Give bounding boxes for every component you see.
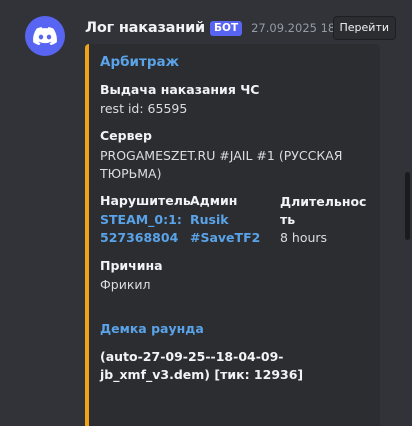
demo-value-line2: jb_xmf_v3.dem) [тик: 12936] (100, 366, 304, 382)
demo-value-line1: (auto-27-09-25--18-04-09- (100, 349, 284, 364)
offender-field-value: STEAM_0:1: 527368804 (100, 211, 182, 246)
bot-avatar[interactable] (25, 16, 65, 56)
admin-field-value: Rusik #SaveTF2 (190, 211, 260, 246)
duration-field-value: 8 hours (280, 230, 328, 245)
punishment-field-value: rest id: 65595 (100, 101, 188, 116)
embed-card: Арбитраж Выдача наказания ЧС rest id: 65… (85, 44, 380, 426)
offender-field-name: Нарушитель (100, 193, 191, 208)
duration-name-line2: ть (280, 211, 296, 227)
admin-name-line1[interactable]: Rusik (190, 212, 229, 227)
offender-steam-id-line2[interactable]: 527368804 (100, 230, 178, 245)
demo-field-value: (auto-27-09-25--18-04-09- jb_xmf_v3.dem)… (100, 348, 303, 383)
reason-field-value: Фрикил (100, 277, 151, 292)
server-field-name: Сервер (100, 128, 152, 143)
username[interactable]: Лог наказаний (85, 20, 205, 36)
duration-name-line1: Длительнос (280, 194, 367, 209)
admin-field-name: Админ (190, 193, 238, 208)
scrollbar-thumb[interactable] (405, 172, 410, 240)
reason-field-name: Причина (100, 258, 163, 273)
chat-message: Лог наказаний БОТ 27.09.2025 18:07 Перей… (0, 0, 412, 426)
discord-logo-icon (33, 27, 57, 45)
demo-field-name[interactable]: Демка раунда (100, 321, 204, 336)
jump-to-message-button[interactable]: Перейти (332, 16, 396, 40)
duration-field-name: Длительнос ть (280, 193, 366, 228)
server-field-value: PROGAMESZET.RU #JAIL #1 (РУССКАЯ ТЮРЬМА) (100, 148, 343, 181)
bot-tag: БОТ (210, 20, 243, 36)
offender-steam-id-line1[interactable]: STEAM_0:1: (100, 212, 182, 227)
message-header: Лог наказаний БОТ 27.09.2025 18:07 (85, 17, 354, 39)
embed-title[interactable]: Арбитраж (100, 54, 179, 70)
punishment-field-name: Выдача наказания ЧС (100, 82, 260, 97)
admin-name-line2[interactable]: #SaveTF2 (190, 230, 260, 245)
